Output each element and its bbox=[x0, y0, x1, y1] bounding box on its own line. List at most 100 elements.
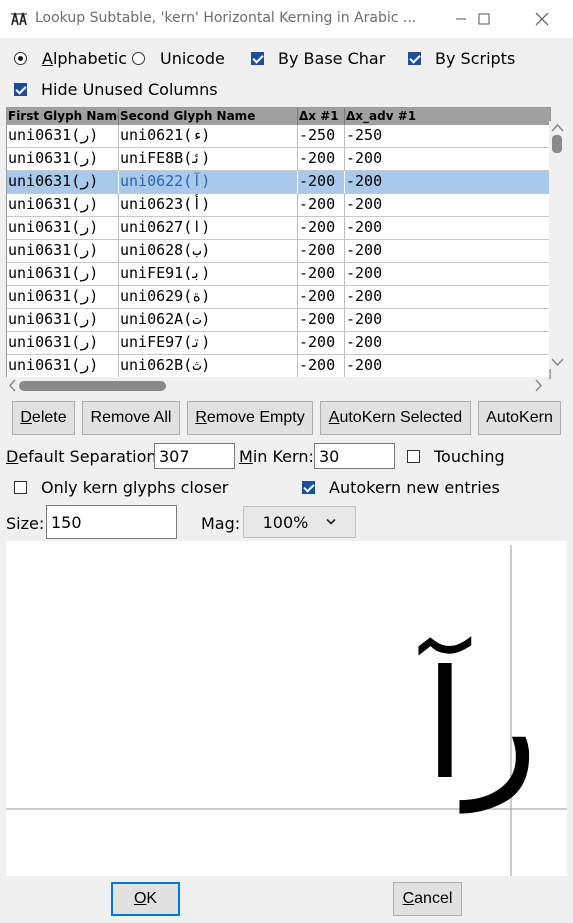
column-header-first-glyph[interactable]: First Glyph Name bbox=[7, 108, 119, 125]
table-row[interactable]: uni0631(ر) uniFE8B(ﺋ) -200 -200 bbox=[7, 148, 550, 171]
dx-cell[interactable]: -200 bbox=[298, 286, 345, 308]
alphabetic-label: Alphabetic bbox=[42, 49, 128, 68]
first-glyph-cell[interactable]: uni0631(ر) bbox=[7, 148, 119, 170]
scroll-right-icon bbox=[535, 379, 543, 392]
dx-cell[interactable]: -200 bbox=[298, 240, 345, 262]
delete-button[interactable]: Delete bbox=[12, 401, 75, 435]
default-separation-input[interactable] bbox=[154, 443, 235, 469]
table-horizontal-scrollbar[interactable] bbox=[6, 377, 549, 394]
dx-cell[interactable]: -250 bbox=[298, 125, 345, 147]
dx-adv-cell[interactable]: -200 bbox=[345, 355, 550, 377]
table-row[interactable]: uni0631(ر) uniFE97(ﺗ) -200 -200 bbox=[7, 332, 550, 355]
kerning-preview-canvas[interactable]: رآ bbox=[6, 541, 567, 876]
scroll-up-icon bbox=[551, 123, 564, 132]
min-kern-input[interactable] bbox=[314, 443, 395, 469]
table-row[interactable]: uni0631(ر) uni0627(ا) -200 -200 bbox=[7, 217, 550, 240]
first-glyph-cell[interactable]: uni0631(ر) bbox=[7, 240, 119, 262]
ok-button[interactable]: OK bbox=[111, 882, 180, 916]
dx-adv-cell[interactable]: -200 bbox=[345, 240, 550, 262]
column-header-second-glyph[interactable]: Second Glyph Name bbox=[119, 108, 298, 125]
size-input[interactable] bbox=[46, 505, 177, 539]
first-glyph-cell[interactable]: uni0631(ر) bbox=[7, 125, 119, 147]
app-icon bbox=[10, 10, 28, 28]
first-glyph-cell[interactable]: uni0631(ر) bbox=[7, 194, 119, 216]
kerning-pairs-table[interactable]: First Glyph Name Second Glyph Name Δx #1… bbox=[6, 107, 551, 379]
first-glyph-cell[interactable]: uni0631(ر) bbox=[7, 263, 119, 285]
second-glyph-cell[interactable]: uni0629(ة) bbox=[119, 286, 298, 308]
second-glyph-cell[interactable]: uni062B(ث) bbox=[119, 355, 298, 377]
mag-value: 100% bbox=[262, 512, 309, 532]
table-row[interactable]: uni0631(ر) uni0628(ب) -200 -200 bbox=[7, 240, 550, 263]
second-glyph-cell[interactable]: uni0627(ا) bbox=[119, 217, 298, 239]
second-glyph-cell[interactable]: uniFE91(ﺑ) bbox=[119, 263, 298, 285]
first-glyph-cell[interactable]: uni0631(ر) bbox=[7, 171, 119, 193]
dx-cell[interactable]: -200 bbox=[298, 148, 345, 170]
remove-all-button[interactable]: Remove All bbox=[82, 401, 180, 435]
dx-cell[interactable]: -200 bbox=[298, 263, 345, 285]
preview-glyphs: رآ bbox=[424, 639, 539, 813]
unicode-label: Unicode bbox=[160, 49, 225, 68]
remove-empty-button[interactable]: Remove Empty bbox=[187, 401, 313, 435]
mag-select[interactable]: 100% bbox=[243, 506, 356, 538]
close-button[interactable] bbox=[519, 0, 565, 38]
autokern-selected-button[interactable]: AutoKern Selected bbox=[320, 401, 471, 435]
second-glyph-cell[interactable]: uniFE8B(ﺋ) bbox=[119, 148, 298, 170]
first-glyph-cell[interactable]: uni0631(ر) bbox=[7, 286, 119, 308]
column-header-dx[interactable]: Δx #1 bbox=[298, 108, 345, 125]
second-glyph-cell[interactable]: uni062A(ت) bbox=[119, 309, 298, 331]
second-glyph-cell[interactable]: uni0628(ب) bbox=[119, 240, 298, 262]
table-row[interactable]: uni0631(ر) uni062B(ث) -200 -200 bbox=[7, 355, 550, 378]
dx-adv-cell[interactable]: -200 bbox=[345, 148, 550, 170]
default-separation-label: Default Separation: bbox=[6, 447, 162, 466]
dx-adv-cell[interactable]: -250 bbox=[345, 125, 550, 147]
by-scripts-checkbox[interactable] bbox=[408, 52, 421, 65]
dx-adv-cell[interactable]: -200 bbox=[345, 332, 550, 354]
min-kern-label: Min Kern: bbox=[239, 447, 314, 466]
dx-cell[interactable]: -200 bbox=[298, 171, 345, 193]
unicode-radio[interactable] bbox=[132, 52, 145, 65]
dx-cell[interactable]: -200 bbox=[298, 309, 345, 331]
dx-adv-cell[interactable]: -200 bbox=[345, 171, 550, 193]
hide-unused-columns-checkbox[interactable] bbox=[14, 83, 27, 96]
by-base-char-checkbox[interactable] bbox=[251, 52, 264, 65]
dx-adv-cell[interactable]: -200 bbox=[345, 263, 550, 285]
dx-cell[interactable]: -200 bbox=[298, 217, 345, 239]
only-kern-closer-checkbox[interactable] bbox=[14, 481, 27, 494]
dx-adv-cell[interactable]: -200 bbox=[345, 309, 550, 331]
table-row[interactable]: uni0631(ر) uni0629(ة) -200 -200 bbox=[7, 286, 550, 309]
by-scripts-label: By Scripts bbox=[435, 49, 516, 68]
table-vertical-scrollbar[interactable] bbox=[549, 121, 566, 369]
column-header-dx-adv[interactable]: Δx_adv #1 bbox=[345, 108, 550, 125]
table-header: First Glyph Name Second Glyph Name Δx #1… bbox=[7, 108, 550, 125]
mag-label: Mag: bbox=[201, 514, 241, 533]
first-glyph-cell[interactable]: uni0631(ر) bbox=[7, 309, 119, 331]
scroll-down-icon bbox=[551, 358, 564, 367]
touching-checkbox[interactable] bbox=[407, 450, 420, 463]
scroll-thumb bbox=[552, 135, 562, 153]
first-glyph-cell[interactable]: uni0631(ر) bbox=[7, 355, 119, 377]
table-row[interactable]: uni0631(ر) uni0623(أ) -200 -200 bbox=[7, 194, 550, 217]
dx-adv-cell[interactable]: -200 bbox=[345, 217, 550, 239]
autokern-new-entries-checkbox[interactable] bbox=[302, 481, 315, 494]
table-row[interactable]: uni0631(ر) uni062A(ت) -200 -200 bbox=[7, 309, 550, 332]
first-glyph-cell[interactable]: uni0631(ر) bbox=[7, 332, 119, 354]
alphabetic-radio[interactable] bbox=[14, 52, 27, 65]
table-row[interactable]: uni0631(ر) uniFE91(ﺑ) -200 -200 bbox=[7, 263, 550, 286]
second-glyph-cell[interactable]: uniFE97(ﺗ) bbox=[119, 332, 298, 354]
maximize-button[interactable] bbox=[461, 0, 507, 38]
cancel-button[interactable]: Cancel bbox=[393, 882, 462, 916]
autokern-button[interactable]: AutoKern bbox=[478, 401, 561, 435]
by-base-char-label: By Base Char bbox=[278, 49, 386, 68]
second-glyph-cell[interactable]: uni0621(ء) bbox=[119, 125, 298, 147]
dx-adv-cell[interactable]: -200 bbox=[345, 194, 550, 216]
touching-label: Touching bbox=[434, 447, 505, 466]
second-glyph-cell[interactable]: uni0623(أ) bbox=[119, 194, 298, 216]
dx-adv-cell[interactable]: -200 bbox=[345, 286, 550, 308]
dx-cell[interactable]: -200 bbox=[298, 194, 345, 216]
table-row[interactable]: uni0631(ر) uni0621(ء) -250 -250 bbox=[7, 125, 550, 148]
dx-cell[interactable]: -200 bbox=[298, 355, 345, 377]
second-glyph-cell[interactable]: uni0622(آ) bbox=[119, 171, 298, 193]
first-glyph-cell[interactable]: uni0631(ر) bbox=[7, 217, 119, 239]
table-row[interactable]: uni0631(ر) uni0622(آ) -200 -200 bbox=[7, 171, 550, 194]
dx-cell[interactable]: -200 bbox=[298, 332, 345, 354]
